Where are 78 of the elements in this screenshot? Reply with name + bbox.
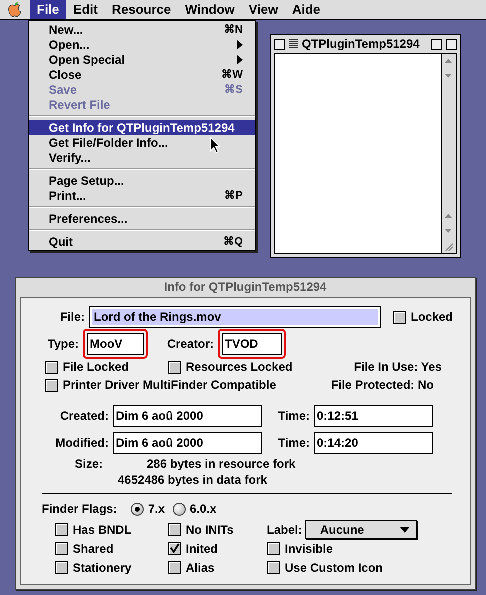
title-stripes-icon <box>289 39 298 49</box>
checkbox[interactable] <box>168 523 181 536</box>
radio-button[interactable] <box>131 502 144 516</box>
time-field[interactable]: 0:14:20 <box>314 432 433 454</box>
status-text: File Protected: No <box>331 378 434 392</box>
check-icon <box>169 543 180 554</box>
menu-title[interactable]: Aide <box>285 0 328 19</box>
size-text: 286 bytes in resource fork <box>147 457 296 471</box>
checkbox-label: Shared <box>73 542 114 556</box>
file-name-field[interactable]: Lord of the Rings.mov <box>89 306 381 328</box>
menu-title[interactable]: Window <box>178 0 242 19</box>
label-dropdown[interactable]: Aucune <box>305 520 418 539</box>
window-title: QTPluginTemp51294 <box>302 37 421 51</box>
mouse-pointer-icon <box>210 137 221 154</box>
date-field[interactable]: Dim 6 aoû 2000 <box>113 432 262 454</box>
checkbox-label: Inited <box>186 542 218 556</box>
checkbox[interactable] <box>55 542 68 555</box>
checkbox[interactable] <box>267 561 280 574</box>
checkbox[interactable] <box>168 542 181 555</box>
menu-title[interactable]: Resource <box>104 0 178 19</box>
checkbox-label: Stationery <box>73 560 132 574</box>
menu-item[interactable]: Get Info for QTPluginTemp51294 <box>29 120 255 135</box>
time-field[interactable]: 0:12:51 <box>314 404 433 426</box>
checkbox-label: Alias <box>186 560 215 574</box>
menu-item[interactable]: Open Special <box>29 52 255 67</box>
menu-item[interactable]: Print... ⌘P <box>29 188 255 203</box>
field-label: File: <box>59 310 86 324</box>
checkbox-label: No INITs <box>186 522 234 536</box>
radio-label: 7.x <box>148 502 166 516</box>
checkbox-label: Locked <box>411 310 454 324</box>
checkbox-label: Resources Locked <box>186 360 293 374</box>
close-box[interactable] <box>274 38 285 50</box>
radio-label: 6.0.x <box>190 502 217 516</box>
checkbox[interactable] <box>55 561 68 574</box>
checkbox-label: File Locked <box>63 360 130 374</box>
size-text: 4652486 bytes in data fork <box>118 473 268 487</box>
radio-button[interactable] <box>173 502 186 516</box>
field-label: Modified: <box>54 436 110 450</box>
status-text: File In Use: Yes <box>354 360 442 374</box>
checkbox-label: Has BNDL <box>73 522 132 536</box>
field-label: Time: <box>277 436 311 450</box>
dropdown-arrow-icon <box>400 526 410 532</box>
menu-item[interactable]: Open... <box>29 37 255 52</box>
apple-logo-icon[interactable] <box>8 2 22 18</box>
checkbox[interactable] <box>393 310 406 324</box>
type-field[interactable]: MooV <box>87 333 144 355</box>
menu-item[interactable]: Get File/Folder Info... <box>29 135 255 150</box>
menu-title[interactable]: Edit <box>66 0 105 19</box>
checkbox[interactable] <box>45 360 58 374</box>
menu-item[interactable]: Preferences... <box>29 211 255 226</box>
menu-title[interactable]: View <box>242 0 286 19</box>
menu-title[interactable]: File <box>30 0 66 19</box>
checkbox[interactable] <box>45 378 58 392</box>
collapse-box[interactable] <box>446 38 457 50</box>
field-label: Time: <box>277 408 311 422</box>
checkbox[interactable] <box>168 360 181 374</box>
field-label: Finder Flags: <box>42 502 118 516</box>
checkbox[interactable] <box>267 542 280 555</box>
date-field[interactable]: Dim 6 aoû 2000 <box>113 404 262 426</box>
menu-item[interactable]: Close ⌘W <box>29 67 255 82</box>
field-label: Size: <box>75 457 104 471</box>
checkbox[interactable] <box>55 523 68 536</box>
zoom-box[interactable] <box>431 38 442 50</box>
checkbox-label: Printer Driver MultiFinder Compatible <box>63 378 276 392</box>
field-label: Type: <box>46 337 80 351</box>
checkbox-label: Invisible <box>285 542 334 556</box>
field-label: Label: <box>267 522 302 536</box>
window-title: Info for QTPluginTemp51294 <box>163 279 328 296</box>
scroll-bar[interactable] <box>441 54 456 253</box>
checkbox-label: Use Custom Icon <box>285 560 384 574</box>
menu-item[interactable]: Quit ⌘Q <box>29 234 255 249</box>
field-label: Created: <box>59 408 110 422</box>
checkbox[interactable] <box>168 561 181 574</box>
creator-field[interactable]: TVOD <box>222 333 282 355</box>
menu-item[interactable]: Verify... <box>29 150 255 165</box>
menu-item[interactable]: New... ⌘N <box>29 22 255 37</box>
menu-item[interactable]: Page Setup... <box>29 173 255 188</box>
field-label: Creator: <box>166 337 215 351</box>
